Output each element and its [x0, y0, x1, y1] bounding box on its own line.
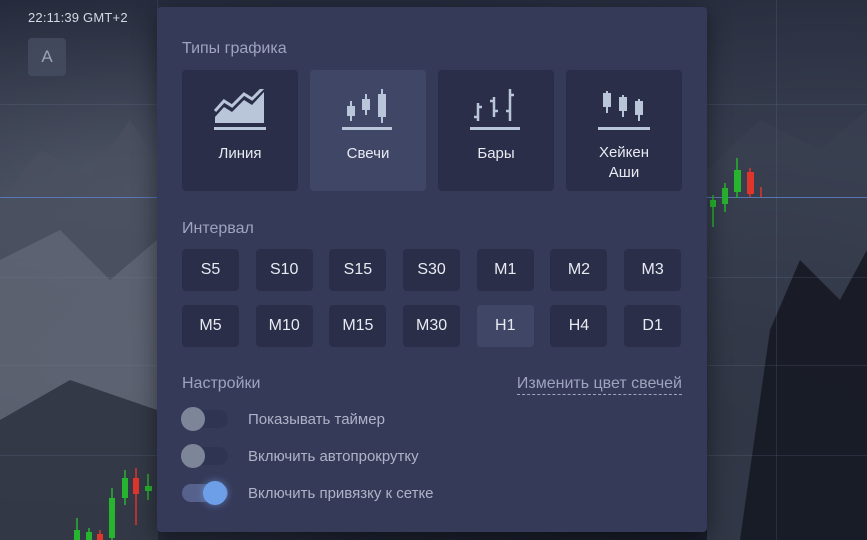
interval-option[interactable]: S5: [182, 249, 239, 291]
chart-type-label: Хейкен Аши: [598, 144, 650, 181]
toggle-label: Показывать таймер: [248, 410, 385, 428]
interval-option[interactable]: S10: [255, 249, 313, 291]
interval-option[interactable]: M10: [255, 305, 313, 347]
heikin-ashi-icon: [598, 91, 650, 130]
interval-option[interactable]: M3: [624, 249, 682, 291]
candle: [710, 195, 716, 227]
candle: [74, 518, 80, 540]
chart-settings-panel: Типы графика Линия Свечи Бары Хейкен Аши…: [157, 7, 707, 532]
interval-option[interactable]: S30: [403, 249, 461, 291]
interval-option[interactable]: H4: [550, 305, 608, 347]
toggle-label: Включить автопрокрутку: [248, 447, 419, 465]
change-candle-color-link[interactable]: Изменить цвет свечей: [516, 375, 682, 395]
toggle-knob: [203, 481, 227, 505]
toggle-row-timer: Показывать таймер: [181, 407, 385, 431]
interval-option[interactable]: M15: [329, 305, 387, 347]
candle: [109, 488, 115, 540]
settings-title: Настройки: [182, 375, 261, 392]
chart-type-bars[interactable]: Бары: [438, 70, 554, 191]
interval-option[interactable]: M2: [550, 249, 608, 291]
candlestick-icon: [342, 89, 392, 130]
line-chart-icon: [214, 89, 266, 130]
chart-types-list: Линия Свечи Бары Хейкен Аши: [182, 70, 682, 191]
chart-type-line[interactable]: Линия: [182, 70, 298, 191]
autoscroll-toggle[interactable]: [181, 444, 228, 468]
candle: [747, 168, 754, 197]
interval-title: Интервал: [182, 220, 254, 237]
toggle-label: Включить привязку к сетке: [248, 484, 434, 502]
chart-type-label: Свечи: [346, 145, 390, 162]
candle: [133, 468, 139, 525]
interval-option[interactable]: D1: [624, 305, 682, 347]
bar-chart-icon: [470, 89, 520, 130]
chart-type-label: Бары: [477, 145, 515, 162]
chart-type-heikin-ashi[interactable]: Хейкен Аши: [566, 70, 682, 191]
toggle-knob: [181, 444, 205, 468]
grid-snap-toggle[interactable]: [182, 481, 228, 505]
interval-option-selected[interactable]: H1: [476, 305, 534, 347]
candle: [722, 183, 728, 212]
show-timer-toggle[interactable]: [181, 407, 228, 431]
chart-types-title: Типы графика: [182, 40, 287, 57]
interval-grid: S5 S10 S15 S30 M1 M2 M3 M5 M10 M15 M30 H…: [182, 249, 682, 347]
candle: [86, 528, 92, 540]
candle: [97, 530, 103, 540]
server-clock: 22:11:39 GMT+2: [28, 10, 128, 25]
account-button[interactable]: A: [28, 38, 66, 76]
chart-type-label: Линия: [218, 145, 262, 162]
candle: [122, 470, 128, 505]
candle: [145, 474, 152, 500]
toggle-row-grid-snap: Включить привязку к сетке: [182, 481, 434, 505]
interval-option[interactable]: M5: [182, 305, 239, 347]
toggle-row-autoscroll: Включить автопрокрутку: [181, 444, 419, 468]
toggle-knob: [181, 407, 205, 431]
candle: [734, 158, 741, 198]
interval-option[interactable]: M30: [403, 305, 461, 347]
interval-option[interactable]: S15: [329, 249, 387, 291]
chart-type-candles[interactable]: Свечи: [310, 70, 426, 191]
interval-option[interactable]: M1: [476, 249, 534, 291]
